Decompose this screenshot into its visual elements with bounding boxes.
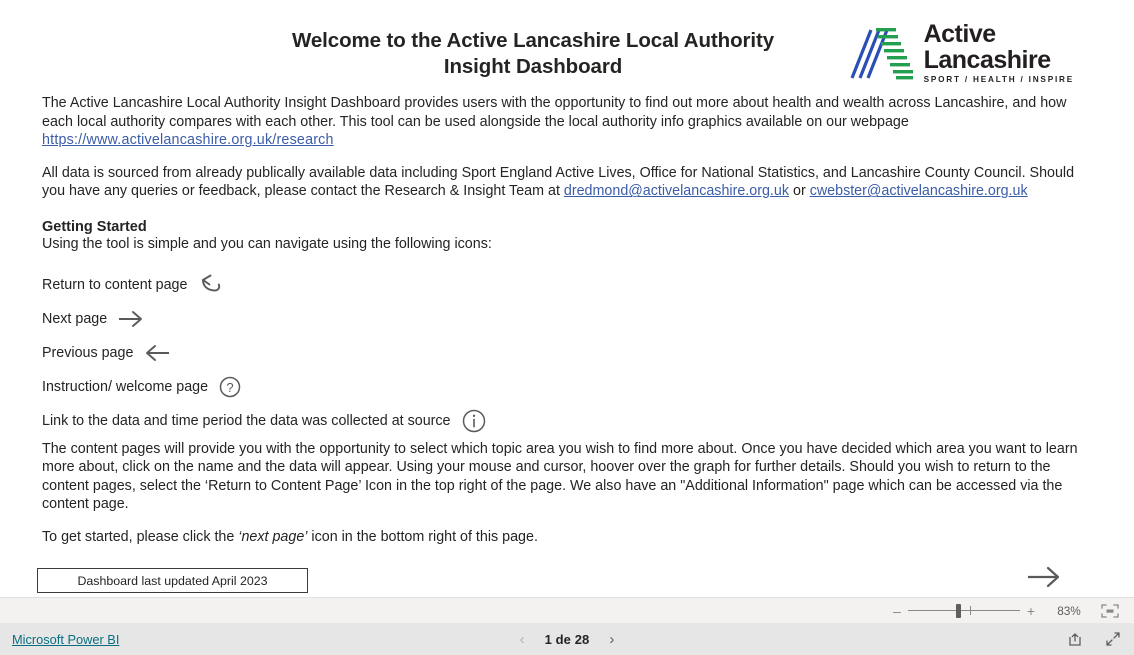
zoom-level-value: 83% <box>1057 603 1081 618</box>
chevron-right-icon[interactable]: › <box>607 632 616 647</box>
page-navigation: ‹ 1 de 28 › <box>0 632 1134 647</box>
app-bar-actions <box>1066 630 1122 648</box>
last-updated-label: Dashboard last updated April 2023 <box>77 573 268 588</box>
sources-conjunction: or <box>789 183 810 200</box>
fullscreen-icon <box>1106 632 1120 646</box>
zoom-in-button[interactable]: + <box>1022 604 1040 618</box>
share-button[interactable] <box>1066 630 1084 648</box>
chevron-left-icon[interactable]: ‹ <box>518 632 527 647</box>
report-canvas: Welcome to the Active Lancashire Local A… <box>0 0 1134 597</box>
canvas-next-page-button[interactable] <box>1026 564 1062 590</box>
report-body: The Active Lancashire Local Authority In… <box>42 94 1082 547</box>
fit-to-page-icon <box>1101 603 1119 618</box>
arrow-right-icon[interactable] <box>117 309 145 329</box>
page-title: Welcome to the Active Lancashire Local A… <box>220 28 846 80</box>
email-link-cwebster[interactable]: cwebster@activelancashire.org.uk <box>810 183 1028 199</box>
fit-to-page-button[interactable] <box>1100 603 1120 619</box>
return-curved-arrow-icon[interactable] <box>197 273 223 297</box>
active-lancashire-logo-icon <box>850 28 913 80</box>
legend-item-instruction-page: Instruction/ welcome page ? <box>42 372 1082 402</box>
legend-label: Instruction/ welcome page <box>42 378 209 395</box>
arrow-right-icon <box>1028 566 1060 588</box>
sources-paragraph: All data is sourced from already publica… <box>42 164 1082 201</box>
svg-text:?: ? <box>226 380 233 395</box>
page-indicator-label: 1 de 28 <box>544 631 590 647</box>
legend-label: Return to content page <box>42 276 188 293</box>
zoom-slider-rail <box>908 609 1020 611</box>
get-started-before: To get started, please click the <box>42 528 239 545</box>
power-bi-report-viewer: Welcome to the Active Lancashire Local A… <box>0 0 1134 655</box>
get-started-instruction: To get started, please click the ‘next p… <box>42 528 1082 547</box>
getting-started-lead: Using the tool is simple and you can nav… <box>42 235 492 252</box>
legend-item-next-page: Next page <box>42 304 1082 334</box>
zoom-out-button[interactable]: – <box>888 604 906 618</box>
last-updated-box: Dashboard last updated April 2023 <box>37 568 308 593</box>
zoom-slider[interactable] <box>908 603 1020 618</box>
info-circle-icon[interactable] <box>461 408 487 434</box>
intro-text: The Active Lancashire Local Authority In… <box>42 95 1067 130</box>
legend-label: Link to the data and time period the dat… <box>42 412 451 429</box>
active-lancashire-logo: Active Lancashire SPORT / HEALTH / INSPI… <box>846 22 1074 84</box>
power-bi-brand-link[interactable]: Microsoft Power BI <box>12 632 119 647</box>
logo-wordmark: Active Lancashire SPORT / HEALTH / INSPI… <box>924 22 1074 84</box>
email-link-dredmond[interactable]: dredmond@activelancashire.org.uk <box>564 183 789 199</box>
logo-tagline: SPORT / HEALTH / INSPIRE <box>923 75 1074 84</box>
zoom-slider-thumb[interactable] <box>956 603 961 618</box>
question-mark-circle-icon[interactable]: ? <box>218 375 242 399</box>
legend-item-previous-page: Previous page <box>42 338 1082 368</box>
legend-item-return-to-content: Return to content page <box>42 270 1082 300</box>
legend-item-data-source-info: Link to the data and time period the dat… <box>42 406 1082 436</box>
logo-word-active: Active <box>923 20 997 48</box>
arrow-left-icon[interactable] <box>143 343 171 363</box>
get-started-after: icon in the bottom right of this page. <box>307 528 538 545</box>
getting-started-heading: Getting Started <box>42 218 147 235</box>
icon-legend-list: Return to content page Next page Previou… <box>42 270 1082 436</box>
page-title-line-1: Welcome to the Active Lancashire Local A… <box>292 29 774 52</box>
intro-paragraph: The Active Lancashire Local Authority In… <box>42 94 1082 150</box>
share-icon <box>1069 633 1081 646</box>
logo-word-lancashire: Lancashire <box>923 46 1052 74</box>
closing-paragraph: The content pages will provide you with … <box>42 440 1078 513</box>
research-webpage-link[interactable]: https://www.activelancashire.org.uk/rese… <box>42 132 334 148</box>
fullscreen-button[interactable] <box>1104 630 1122 648</box>
report-header: Welcome to the Active Lancashire Local A… <box>0 0 1134 88</box>
get-started-emphasis: ‘next page’ <box>238 528 308 545</box>
page-title-line-2: Insight Dashboard <box>443 55 623 78</box>
zoom-slider-tick <box>970 605 971 615</box>
report-app-bar: Microsoft Power BI ‹ 1 de 28 › <box>0 623 1134 655</box>
legend-label: Next page <box>42 310 108 327</box>
legend-label: Previous page <box>42 344 134 361</box>
zoom-status-bar: – + 83% <box>0 597 1134 623</box>
